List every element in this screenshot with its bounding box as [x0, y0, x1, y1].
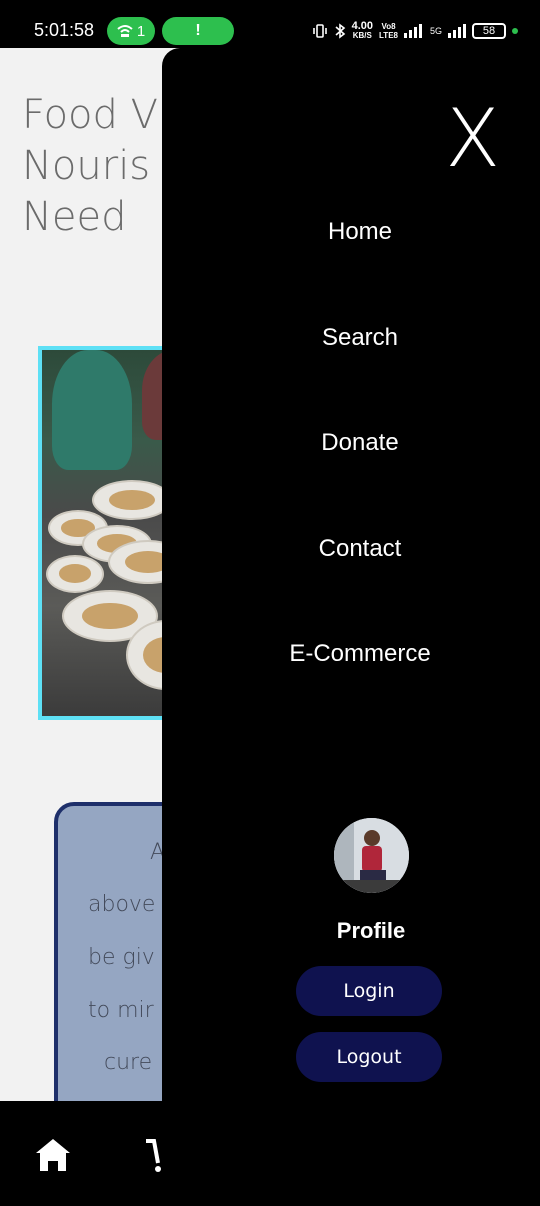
profile-label: Profile [336, 918, 406, 943]
net-speed: 4.00 KB/S [352, 21, 373, 41]
login-button[interactable]: Login [296, 966, 442, 1016]
volte-top: Vo8 [381, 22, 396, 31]
menu-item-home[interactable]: Home [162, 218, 540, 246]
card-line-5: cure [104, 1050, 153, 1075]
avatar[interactable] [334, 818, 409, 893]
card-line-2: above [88, 892, 156, 917]
menu-item-search[interactable]: Search [162, 324, 540, 352]
status-bar: 5:01:58 1 ! 4.00 KB/S Vo8 LTE8 5G 58 [0, 0, 540, 48]
logout-button[interactable]: Logout [296, 1032, 442, 1082]
menu-item-contact[interactable]: Contact [162, 535, 540, 563]
menu-item-donate[interactable]: Donate [162, 429, 540, 457]
signal-icon [403, 24, 422, 38]
photo-person [52, 350, 132, 470]
privacy-dot [512, 28, 518, 34]
hotspot-count: 1 [136, 22, 146, 40]
menu-item-ecommerce[interactable]: E-Commerce [162, 640, 540, 668]
battery-icon: 58 [472, 23, 506, 39]
volte-bottom: LTE8 [379, 31, 398, 40]
avatar-photo [334, 818, 409, 893]
card-line-4: to mir [88, 998, 154, 1023]
signal-icon-2 [448, 24, 466, 38]
photo-plate [92, 480, 172, 520]
vibrate-icon [312, 24, 327, 38]
battery-level: 58 [482, 25, 496, 37]
network-type: 5G [429, 26, 442, 36]
alert-icon: ! [195, 22, 201, 39]
net-speed-unit: KB/S [352, 31, 372, 40]
card-line-3: be giv [88, 945, 155, 970]
side-drawer: X Home Search Donate Contact E-Commerce … [162, 48, 540, 1206]
photo-plate [46, 555, 104, 593]
close-button[interactable]: X [445, 96, 500, 182]
volte-indicator: Vo8 LTE8 [379, 22, 398, 40]
hotspot-pill[interactable]: 1 [107, 17, 155, 45]
home-icon[interactable] [34, 1137, 72, 1173]
net-speed-value: 4.00 [351, 20, 374, 32]
alert-pill[interactable]: ! [162, 17, 234, 45]
bluetooth-icon [335, 23, 345, 39]
status-icons: 4.00 KB/S Vo8 LTE8 5G 58 [312, 18, 518, 44]
status-time: 5:01:58 [34, 20, 95, 40]
wifi-icon [117, 25, 133, 37]
